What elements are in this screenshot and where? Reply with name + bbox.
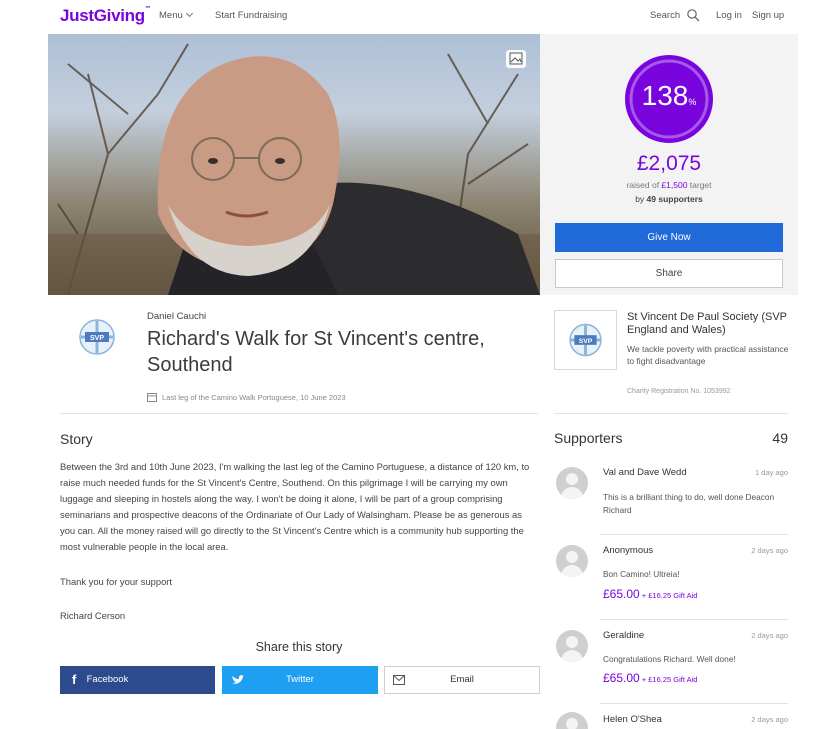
gallery-icon[interactable] <box>506 50 526 68</box>
charity-description: We tackle poverty with practical assista… <box>627 344 789 366</box>
start-fundraising-link[interactable]: Start Fundraising <box>215 10 287 21</box>
share-heading: Share this story <box>255 640 343 654</box>
divider <box>600 703 788 704</box>
donation-amount: £65.00 + £16.25 Gift Aid <box>603 587 698 601</box>
facebook-share-button[interactable]: f Facebook <box>60 666 215 694</box>
svg-text:SVP: SVP <box>90 335 104 342</box>
avatar <box>556 545 588 577</box>
calendar-icon <box>147 393 157 402</box>
charity-registration: Charity Registration No. 1053992 <box>627 388 731 395</box>
top-navigation: JustGiving™ Menu Start Fundraising Searc… <box>0 0 818 34</box>
donation-amount: £65.00 + £16.25 Gift Aid <box>603 671 698 685</box>
share-button[interactable]: Share <box>555 259 783 288</box>
login-link[interactable]: Log in <box>716 10 742 21</box>
email-share-button[interactable]: Email <box>384 666 540 694</box>
supporter-message: This is a brilliant thing to do, well do… <box>603 492 775 515</box>
donation-time: 2 days ago <box>751 546 788 555</box>
supporter-name: Val and Dave Wedd <box>603 467 687 478</box>
divider <box>60 413 538 414</box>
charity-logo[interactable]: SVP <box>554 310 617 370</box>
avatar <box>556 467 588 499</box>
supporter-message: Congratulations Richard. Well done! <box>603 654 736 664</box>
avatar <box>556 712 588 729</box>
supporters-count: by 49 supporters <box>635 194 703 204</box>
story-heading: Story <box>60 431 93 447</box>
story-thanks: Thank you for your support <box>60 576 173 587</box>
give-now-button[interactable]: Give Now <box>555 223 783 252</box>
supporters-heading: Supporters <box>554 430 623 446</box>
charity-name[interactable]: St Vincent De Paul Society (SVP England … <box>627 311 792 337</box>
supporter-name: Geraldine <box>603 630 645 641</box>
portrait-illustration <box>48 43 540 295</box>
chevron-down-icon <box>185 9 193 18</box>
page-title: Richard's Walk for St Vincent's centre, … <box>147 328 485 376</box>
amount-raised: £2,075 <box>636 152 702 175</box>
menu-button[interactable]: Menu <box>159 9 193 21</box>
supporter-message: Bon Camino! Ultreia! <box>603 569 680 579</box>
svg-text:SVP: SVP <box>579 338 593 345</box>
signup-link[interactable]: Sign up <box>752 10 784 21</box>
target-text: raised of £1,500 target <box>626 180 712 190</box>
search-link[interactable]: Search <box>650 10 680 21</box>
supporters-total: 49 <box>772 430 788 446</box>
progress-percent: 138% <box>641 80 697 111</box>
fundraiser-name[interactable]: Daniel Cauchi <box>147 311 206 322</box>
story-body: Between the 3rd and 10th June 2023, I'm … <box>60 461 530 552</box>
svp-logo: SVP <box>79 319 115 355</box>
divider <box>600 619 788 620</box>
story-signature: Richard Cerson <box>60 610 126 621</box>
justgiving-logo[interactable]: JustGiving™ <box>60 6 151 26</box>
hero-photo <box>48 34 540 295</box>
divider <box>554 413 788 414</box>
donation-time: 1 day ago <box>755 468 788 477</box>
donation-time: 2 days ago <box>751 631 788 640</box>
search-icon[interactable] <box>686 8 700 22</box>
supporter-name: Helen O'Shea <box>603 714 662 725</box>
donation-time: 2 days ago <box>751 715 788 724</box>
avatar <box>556 630 588 662</box>
twitter-share-button[interactable]: Twitter <box>222 666 378 694</box>
event-info: Last leg of the Camino Walk Portuguese, … <box>162 393 346 402</box>
supporter-name: Anonymous <box>603 545 654 556</box>
divider <box>600 534 788 535</box>
